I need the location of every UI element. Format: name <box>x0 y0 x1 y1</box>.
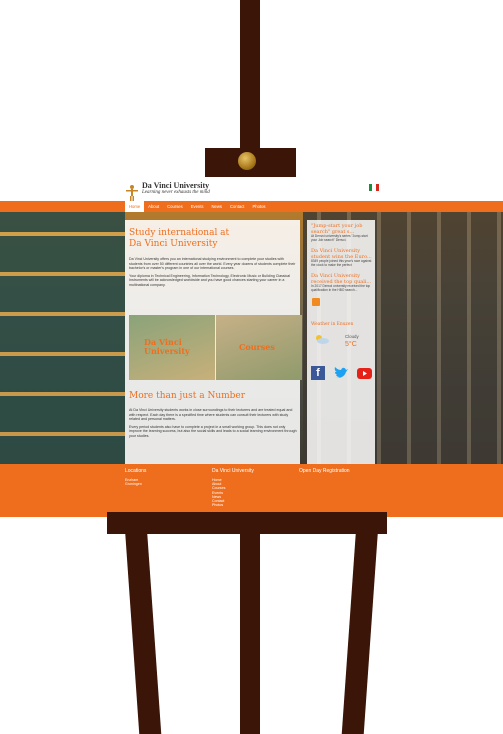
section-title: More than just a Number <box>129 391 246 401</box>
nav-about[interactable]: About <box>144 201 163 212</box>
news-2-text: 8349 people joined this year's race agai… <box>311 259 372 267</box>
footer-university: Da Vinci University Home About Courses E… <box>212 468 254 507</box>
hero-title: Study international at Da Vinci Universi… <box>129 228 294 250</box>
italian-flag-icon[interactable] <box>369 184 379 191</box>
easel-mast <box>240 0 260 150</box>
nav-courses[interactable]: Courses <box>163 201 187 212</box>
easel-mast-lower <box>240 520 260 734</box>
hero-title-line2: Da Vinci University <box>129 239 218 249</box>
footer-locations-title: Locations <box>125 468 147 474</box>
hero-para-2: Your diploma in Technical Engineering, I… <box>129 273 291 287</box>
logo-title[interactable]: Da Vinci University <box>142 181 209 190</box>
website-canvas: Da Vinci University Learning never exhau… <box>0 177 503 517</box>
news-item-2[interactable]: Da Vinci University student wins the Eur… <box>311 248 373 268</box>
facebook-icon[interactable]: f <box>311 366 325 380</box>
news-item-1[interactable]: "Jump-start your job search" great s... … <box>311 223 373 243</box>
cloudy-weather-icon <box>316 335 329 344</box>
nav-photos[interactable]: Photos <box>248 201 269 212</box>
nav-contact[interactable]: Contact <box>226 201 248 212</box>
news-item-3[interactable]: Da Vinci University received the top qua… <box>311 273 373 293</box>
nav-news[interactable]: News <box>208 201 226 212</box>
nav-events[interactable]: Events <box>187 201 208 212</box>
easel-shelf <box>107 512 387 534</box>
easel-leg-left <box>125 530 162 734</box>
hero-intro-text: Da Vinci University offers you an intern… <box>129 257 297 288</box>
hero-title-line1: Study international at <box>129 228 230 238</box>
rss-icon[interactable] <box>312 298 320 306</box>
site-header <box>0 177 503 201</box>
nav-home[interactable]: Home <box>125 201 145 212</box>
logo-tagline: Learning never exhausts the mind <box>142 190 210 195</box>
easel-leg-right <box>341 530 378 734</box>
weather-condition: Cloudy <box>345 334 359 339</box>
news-1-text: At Denvci university's series "Jump-star… <box>311 234 368 242</box>
twitter-icon[interactable] <box>333 366 349 380</box>
footer-link[interactable]: Photos <box>212 503 254 507</box>
section-para-1: At Da Vinci University students works in… <box>129 408 293 422</box>
easel-knob <box>238 152 256 170</box>
tile-university-line2: University <box>144 346 190 356</box>
section-text: At Da Vinci University students works in… <box>129 408 297 439</box>
hero-para-1: Da Vinci University offers you an intern… <box>129 257 296 271</box>
section-para-2: Every period students also have to compl… <box>129 424 297 438</box>
footer-location-link[interactable]: Groningen <box>125 482 146 486</box>
footer-open-day[interactable]: Open Day Registration <box>299 468 350 474</box>
weather-title: Weather in Enuzen <box>311 322 354 327</box>
tile-courses-label[interactable]: Courses <box>239 343 275 352</box>
vitruvian-logo-icon <box>126 185 138 201</box>
news-3-text: In 2017 Denvci university received the t… <box>311 284 371 292</box>
weather-temp: 5°C <box>345 341 357 348</box>
main-nav: Home About Courses Events News Contact P… <box>125 201 270 212</box>
tile-university-label[interactable]: Da Vinci University <box>144 338 190 356</box>
footer-university-title: Da Vinci University <box>212 468 254 474</box>
footer-locations: Locations Enzham Groningen <box>125 468 146 486</box>
hero-building-image <box>0 212 125 464</box>
youtube-icon[interactable] <box>357 368 372 379</box>
